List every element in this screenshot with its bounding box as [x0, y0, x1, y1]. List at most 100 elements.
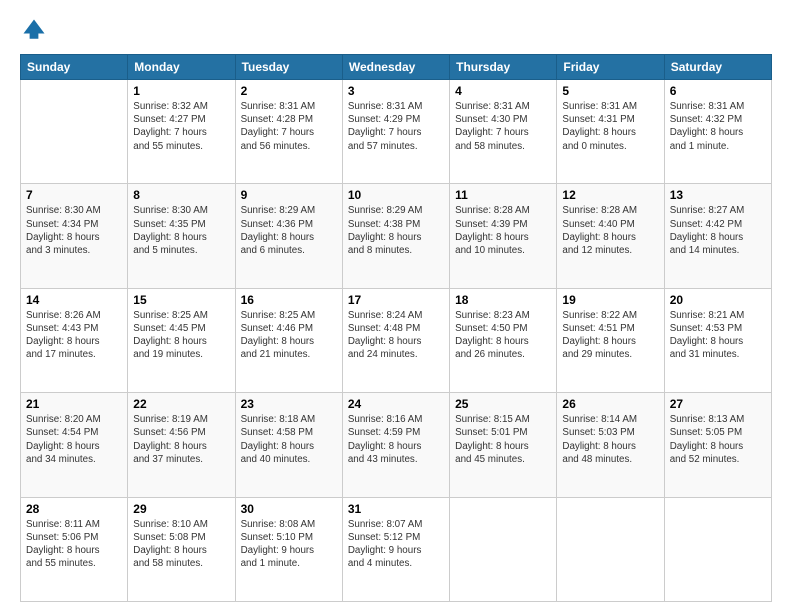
day-info: Sunrise: 8:15 AMSunset: 5:01 PMDaylight:…	[455, 413, 551, 466]
day-number: 18	[455, 293, 551, 307]
day-info: Sunrise: 8:32 AMSunset: 4:27 PMDaylight:…	[133, 100, 229, 153]
day-number: 9	[241, 188, 337, 202]
logo	[20, 16, 52, 44]
header-cell-monday: Monday	[128, 55, 235, 80]
day-info: Sunrise: 8:26 AMSunset: 4:43 PMDaylight:…	[26, 309, 122, 362]
calendar-cell: 23 Sunrise: 8:18 AMSunset: 4:58 PMDayligh…	[235, 393, 342, 497]
logo-icon	[20, 16, 48, 44]
calendar-cell: 9 Sunrise: 8:29 AMSunset: 4:36 PMDaylight…	[235, 184, 342, 288]
day-number: 28	[26, 502, 122, 516]
header-row: SundayMondayTuesdayWednesdayThursdayFrid…	[21, 55, 772, 80]
day-number: 20	[670, 293, 766, 307]
day-number: 19	[562, 293, 658, 307]
calendar-cell: 16 Sunrise: 8:25 AMSunset: 4:46 PMDayligh…	[235, 288, 342, 392]
calendar-cell: 19 Sunrise: 8:22 AMSunset: 4:51 PMDayligh…	[557, 288, 664, 392]
calendar-cell: 7 Sunrise: 8:30 AMSunset: 4:34 PMDaylight…	[21, 184, 128, 288]
day-number: 5	[562, 84, 658, 98]
day-number: 2	[241, 84, 337, 98]
calendar-cell	[21, 80, 128, 184]
header-cell-tuesday: Tuesday	[235, 55, 342, 80]
week-row-2: 14Sunrise: 8:26 AMSunset: 4:43 PMDayligh…	[21, 288, 772, 392]
calendar-cell: 27 Sunrise: 8:13 AMSunset: 5:05 PMDayligh…	[664, 393, 771, 497]
calendar-cell: 10 Sunrise: 8:29 AMSunset: 4:38 PMDayligh…	[342, 184, 449, 288]
day-info: Sunrise: 8:29 AMSunset: 4:36 PMDaylight:…	[241, 204, 337, 257]
calendar-cell: 2 Sunrise: 8:31 AMSunset: 4:28 PMDaylight…	[235, 80, 342, 184]
day-number: 16	[241, 293, 337, 307]
day-number: 17	[348, 293, 444, 307]
day-info: Sunrise: 8:25 AMSunset: 4:46 PMDaylight:…	[241, 309, 337, 362]
calendar-cell: 26 Sunrise: 8:14 AMSunset: 5:03 PMDayligh…	[557, 393, 664, 497]
calendar-cell: 13Sunrise: 8:27 AMSunset: 4:42 PMDayligh…	[664, 184, 771, 288]
day-info: Sunrise: 8:27 AMSunset: 4:42 PMDaylight:…	[670, 204, 766, 257]
day-number: 22	[133, 397, 229, 411]
day-info: Sunrise: 8:21 AMSunset: 4:53 PMDaylight:…	[670, 309, 766, 362]
day-number: 31	[348, 502, 444, 516]
day-info: Sunrise: 8:16 AMSunset: 4:59 PMDaylight:…	[348, 413, 444, 466]
day-number: 10	[348, 188, 444, 202]
day-number: 30	[241, 502, 337, 516]
day-number: 3	[348, 84, 444, 98]
day-number: 24	[348, 397, 444, 411]
day-info: Sunrise: 8:31 AMSunset: 4:28 PMDaylight:…	[241, 100, 337, 153]
calendar-cell: 21 Sunrise: 8:20 AMSunset: 4:54 PMDayligh…	[21, 393, 128, 497]
calendar-cell	[664, 497, 771, 601]
day-info: Sunrise: 8:28 AMSunset: 4:40 PMDaylight:…	[562, 204, 658, 257]
day-number: 8	[133, 188, 229, 202]
page: SundayMondayTuesdayWednesdayThursdayFrid…	[0, 0, 792, 612]
day-info: Sunrise: 8:14 AMSunset: 5:03 PMDaylight:…	[562, 413, 658, 466]
day-info: Sunrise: 8:31 AMSunset: 4:30 PMDaylight:…	[455, 100, 551, 153]
day-number: 12	[562, 188, 658, 202]
calendar-cell: 8 Sunrise: 8:30 AMSunset: 4:35 PMDaylight…	[128, 184, 235, 288]
header-cell-thursday: Thursday	[450, 55, 557, 80]
day-number: 7	[26, 188, 122, 202]
day-info: Sunrise: 8:22 AMSunset: 4:51 PMDaylight:…	[562, 309, 658, 362]
week-row-0: 1 Sunrise: 8:32 AMSunset: 4:27 PMDaylight…	[21, 80, 772, 184]
day-number: 27	[670, 397, 766, 411]
header-cell-wednesday: Wednesday	[342, 55, 449, 80]
header	[20, 16, 772, 44]
calendar-cell: 29Sunrise: 8:10 AMSunset: 5:08 PMDayligh…	[128, 497, 235, 601]
calendar-cell: 22Sunrise: 8:19 AMSunset: 4:56 PMDayligh…	[128, 393, 235, 497]
week-row-1: 7 Sunrise: 8:30 AMSunset: 4:34 PMDaylight…	[21, 184, 772, 288]
header-cell-friday: Friday	[557, 55, 664, 80]
day-number: 21	[26, 397, 122, 411]
day-number: 26	[562, 397, 658, 411]
calendar-cell	[450, 497, 557, 601]
day-info: Sunrise: 8:31 AMSunset: 4:29 PMDaylight:…	[348, 100, 444, 153]
day-info: Sunrise: 8:08 AMSunset: 5:10 PMDaylight:…	[241, 518, 337, 571]
calendar-cell: 17 Sunrise: 8:24 AMSunset: 4:48 PMDayligh…	[342, 288, 449, 392]
day-info: Sunrise: 8:24 AMSunset: 4:48 PMDaylight:…	[348, 309, 444, 362]
day-info: Sunrise: 8:30 AMSunset: 4:34 PMDaylight:…	[26, 204, 122, 257]
day-info: Sunrise: 8:30 AMSunset: 4:35 PMDaylight:…	[133, 204, 229, 257]
day-number: 29	[133, 502, 229, 516]
calendar-cell: 25 Sunrise: 8:15 AMSunset: 5:01 PMDayligh…	[450, 393, 557, 497]
header-cell-saturday: Saturday	[664, 55, 771, 80]
calendar-cell: 15Sunrise: 8:25 AMSunset: 4:45 PMDayligh…	[128, 288, 235, 392]
calendar-cell: 30 Sunrise: 8:08 AMSunset: 5:10 PMDayligh…	[235, 497, 342, 601]
header-cell-sunday: Sunday	[21, 55, 128, 80]
calendar-cell: 14Sunrise: 8:26 AMSunset: 4:43 PMDayligh…	[21, 288, 128, 392]
day-info: Sunrise: 8:31 AMSunset: 4:32 PMDaylight:…	[670, 100, 766, 153]
day-info: Sunrise: 8:20 AMSunset: 4:54 PMDaylight:…	[26, 413, 122, 466]
day-number: 25	[455, 397, 551, 411]
day-info: Sunrise: 8:11 AMSunset: 5:06 PMDaylight:…	[26, 518, 122, 571]
day-info: Sunrise: 8:28 AMSunset: 4:39 PMDaylight:…	[455, 204, 551, 257]
calendar-cell: 6 Sunrise: 8:31 AMSunset: 4:32 PMDaylight…	[664, 80, 771, 184]
day-number: 1	[133, 84, 229, 98]
day-info: Sunrise: 8:25 AMSunset: 4:45 PMDaylight:…	[133, 309, 229, 362]
calendar-cell: 24 Sunrise: 8:16 AMSunset: 4:59 PMDayligh…	[342, 393, 449, 497]
day-info: Sunrise: 8:13 AMSunset: 5:05 PMDaylight:…	[670, 413, 766, 466]
calendar-cell: 4Sunrise: 8:31 AMSunset: 4:30 PMDaylight…	[450, 80, 557, 184]
week-row-3: 21 Sunrise: 8:20 AMSunset: 4:54 PMDayligh…	[21, 393, 772, 497]
calendar-table: SundayMondayTuesdayWednesdayThursdayFrid…	[20, 54, 772, 602]
day-info: Sunrise: 8:18 AMSunset: 4:58 PMDaylight:…	[241, 413, 337, 466]
day-info: Sunrise: 8:29 AMSunset: 4:38 PMDaylight:…	[348, 204, 444, 257]
day-number: 11	[455, 188, 551, 202]
calendar-cell: 11 Sunrise: 8:28 AMSunset: 4:39 PMDayligh…	[450, 184, 557, 288]
day-number: 23	[241, 397, 337, 411]
day-info: Sunrise: 8:23 AMSunset: 4:50 PMDaylight:…	[455, 309, 551, 362]
calendar-cell: 3 Sunrise: 8:31 AMSunset: 4:29 PMDaylight…	[342, 80, 449, 184]
day-number: 6	[670, 84, 766, 98]
calendar-cell: 31Sunrise: 8:07 AMSunset: 5:12 PMDayligh…	[342, 497, 449, 601]
calendar-cell: 5Sunrise: 8:31 AMSunset: 4:31 PMDaylight…	[557, 80, 664, 184]
